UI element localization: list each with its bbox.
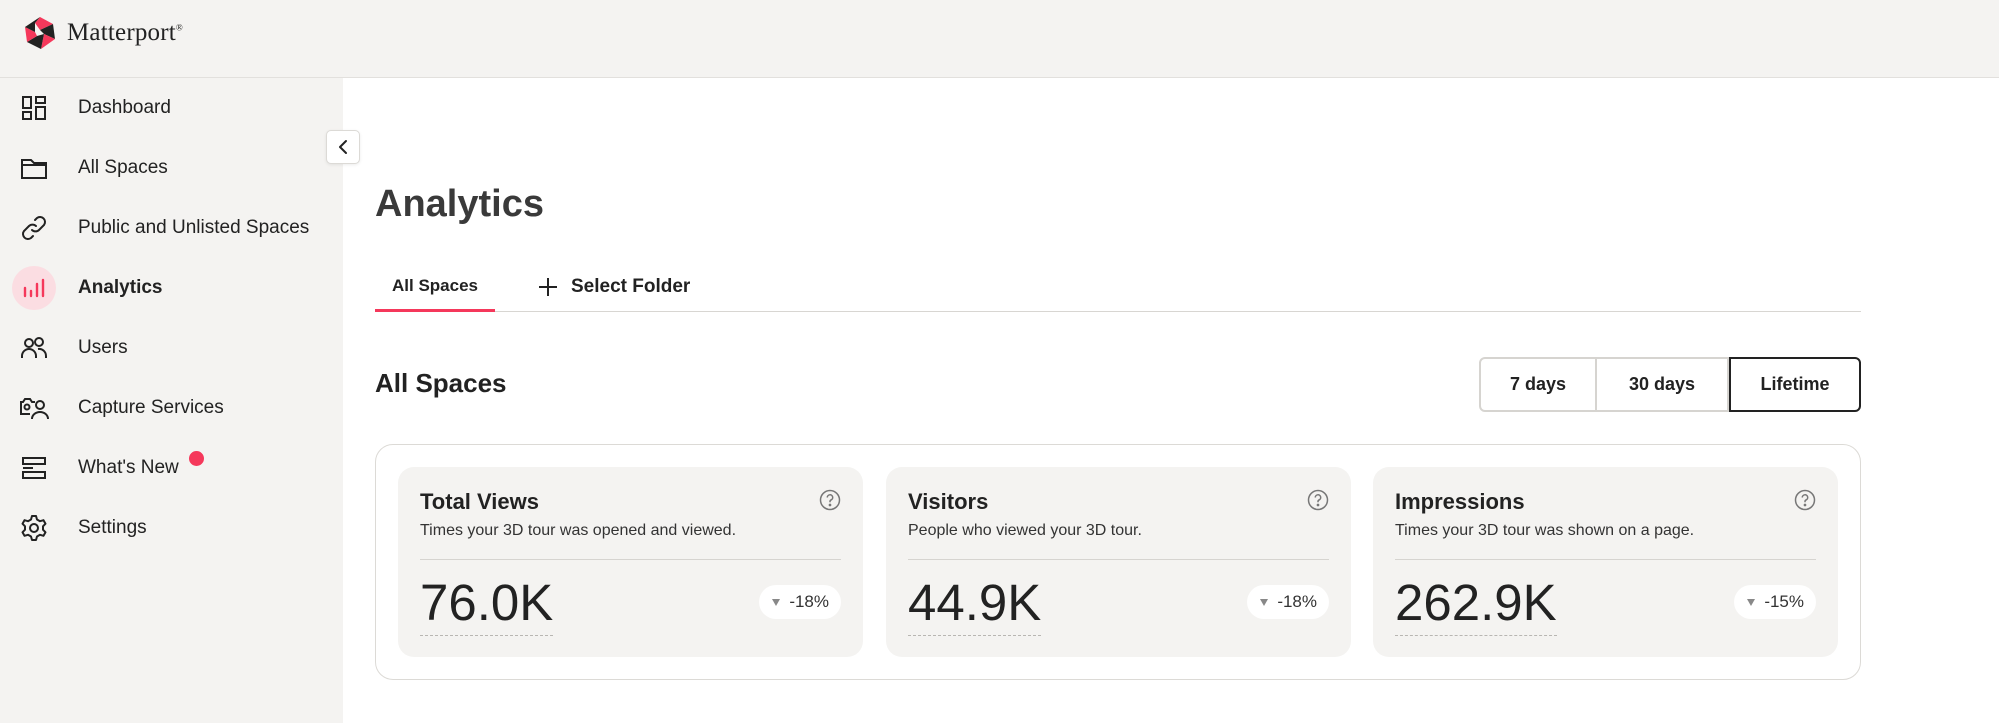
sidebar-item-all-spaces[interactable]: All Spaces [0,141,343,195]
range-30-days-button[interactable]: 30 days [1597,357,1729,412]
sidebar-item-label: All Spaces [78,157,168,178]
sidebar-item-label: What's New [78,451,204,479]
sidebar-item-label: Users [78,337,128,358]
sidebar-item-capture-services[interactable]: Capture Services [0,381,343,435]
matterport-logo-icon [25,17,55,49]
collapse-sidebar-button[interactable] [326,130,360,164]
sidebar-item-dashboard[interactable]: Dashboard [0,81,343,135]
metric-value[interactable]: 262.9K [1395,573,1557,636]
folder-icon [12,146,56,190]
change-value: -15% [1764,592,1804,611]
help-icon[interactable] [1794,489,1816,511]
plus-icon [539,278,557,296]
brand-name: Matterport® [67,19,183,46]
metric-card-visitors: Visitors People who viewed your 3D tour.… [886,467,1351,657]
metric-description: People who viewed your 3D tour. [908,522,1142,539]
change-value: -18% [1277,592,1317,611]
select-folder-label: Select Folder [571,276,691,297]
sidebar-item-label: Capture Services [78,397,224,418]
analytics-tabs: All Spaces Select Folder [375,262,1861,312]
change-badge: -15% [1734,585,1816,619]
sidebar-item-whats-new[interactable]: What's New [0,441,343,495]
card-divider [908,559,1329,560]
capture-services-icon [12,386,56,430]
sidebar-item-label: Dashboard [78,97,171,118]
help-icon[interactable] [1307,489,1329,511]
sidebar-item-label: Public and Unlisted Spaces [78,217,310,238]
sidebar-item-label: Settings [78,517,147,538]
page-title: Analytics [375,183,544,225]
metric-value[interactable]: 76.0K [420,573,554,636]
range-lifetime-button[interactable]: Lifetime [1729,357,1861,412]
change-value: -18% [789,592,829,611]
sidebar-item-users[interactable]: Users [0,321,343,375]
sidebar-item-public-unlisted-spaces[interactable]: Public and Unlisted Spaces [0,201,343,255]
chevron-left-icon [339,140,347,154]
sidebar-item-label: Analytics [78,277,163,298]
section-title: All Spaces [375,368,507,398]
change-badge: -18% [1247,585,1329,619]
down-triangle-icon [1747,599,1756,606]
down-triangle-icon [1260,599,1269,606]
sidebar: Dashboard All Spaces Public and Unlisted… [0,78,343,723]
time-range-selector: 7 days 30 days Lifetime [1479,357,1861,412]
matterport-logo[interactable]: Matterport® [22,15,183,51]
users-icon [12,326,56,370]
metric-value[interactable]: 44.9K [908,573,1042,636]
dashboard-icon [12,86,56,130]
metric-description: Times your 3D tour was shown on a page. [1395,522,1695,539]
metric-card-total-views: Total Views Times your 3D tour was opene… [398,467,863,657]
link-icon [12,206,56,250]
metric-card-impressions: Impressions Times your 3D tour was shown… [1373,467,1838,657]
metric-title: Total Views [420,489,540,514]
sidebar-item-settings[interactable]: Settings [0,501,343,555]
analytics-icon [12,266,56,310]
range-7-days-button[interactable]: 7 days [1479,357,1597,412]
metric-title: Impressions [1395,489,1525,514]
top-bar: Matterport® [0,0,1999,78]
down-triangle-icon [772,599,781,606]
gear-icon [12,506,56,550]
change-badge: -18% [759,585,841,619]
help-icon[interactable] [819,489,841,511]
tab-all-spaces[interactable]: All Spaces [375,262,495,312]
whats-new-icon [12,446,56,490]
metric-title: Visitors [908,489,989,514]
metric-description: Times your 3D tour was opened and viewed… [420,522,737,539]
new-indicator-dot [188,451,204,466]
card-divider [1395,559,1816,560]
card-divider [420,559,841,560]
sidebar-item-analytics[interactable]: Analytics [0,261,343,315]
metrics-panel: Total Views Times your 3D tour was opene… [375,444,1861,680]
select-folder-button[interactable]: Select Folder [537,262,690,312]
